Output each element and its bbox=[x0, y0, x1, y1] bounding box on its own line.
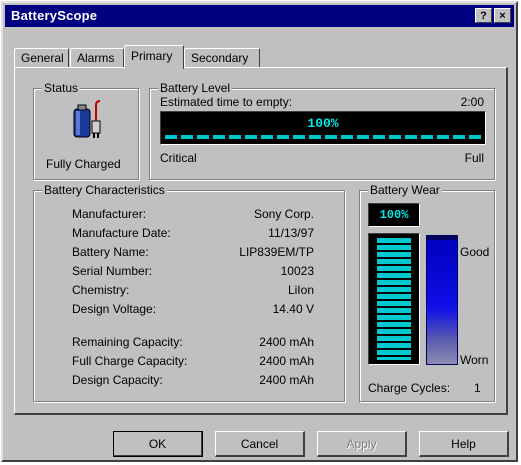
full-label: Full bbox=[464, 151, 484, 165]
ok-button[interactable]: OK bbox=[113, 431, 203, 457]
wear-gradient-bar bbox=[426, 235, 458, 365]
chemistry-value: LiIon bbox=[287, 283, 314, 297]
battery-plug-icon bbox=[70, 99, 106, 141]
manufacture-date-value: 11/13/97 bbox=[268, 226, 314, 240]
remaining-capacity-label: Remaining Capacity: bbox=[72, 335, 183, 349]
tab-primary[interactable]: Primary bbox=[124, 45, 184, 69]
chemistry-label: Chemistry: bbox=[72, 283, 130, 297]
primary-tab-panel: Status Fully Charged Battery Level Estim… bbox=[14, 67, 508, 415]
tab-general[interactable]: General bbox=[14, 48, 69, 68]
battery-level-fill bbox=[165, 135, 481, 139]
wear-bar-cap bbox=[426, 235, 458, 240]
battery-name-value: LIP839EM/TP bbox=[239, 245, 314, 259]
manufacturer-label: Manufacturer: bbox=[72, 207, 147, 221]
serial-number-value: 10023 bbox=[280, 264, 314, 278]
estimated-time-value: 2:00 bbox=[460, 95, 484, 109]
status-group-title: Status bbox=[42, 81, 81, 95]
worn-label: Worn bbox=[460, 353, 489, 367]
design-voltage-label: Design Voltage: bbox=[72, 302, 157, 316]
serial-number-label: Serial Number: bbox=[72, 264, 153, 278]
help-title-button[interactable]: ? bbox=[475, 8, 492, 23]
status-group: Status Fully Charged bbox=[33, 81, 139, 180]
characteristics-title: Battery Characteristics bbox=[42, 183, 167, 197]
battery-wear-title: Battery Wear bbox=[368, 183, 442, 197]
manufacture-date-label: Manufacture Date: bbox=[72, 226, 171, 240]
charge-cycles-label: Charge Cycles: bbox=[368, 381, 451, 395]
design-capacity-value: 2400 mAh bbox=[259, 373, 314, 387]
apply-button[interactable]: Apply bbox=[317, 431, 407, 457]
manufacturer-value: Sony Corp. bbox=[253, 207, 314, 221]
battery-characteristics-group: Battery Characteristics Manufacturer: So… bbox=[33, 183, 345, 402]
good-label: Good bbox=[460, 245, 490, 259]
title-bar: BatteryScope ? × bbox=[5, 5, 514, 27]
battery-level-percent: 100% bbox=[307, 116, 339, 131]
battery-level-group: Battery Level Estimated time to empty: 2… bbox=[149, 81, 495, 180]
remaining-capacity-value: 2400 mAh bbox=[259, 335, 314, 349]
tab-secondary[interactable]: Secondary bbox=[184, 48, 260, 68]
wear-level-meter bbox=[368, 233, 420, 365]
status-text: Fully Charged bbox=[46, 157, 121, 171]
window-title: BatteryScope bbox=[11, 8, 98, 23]
charge-cycles-value: 1 bbox=[474, 381, 481, 395]
full-charge-capacity-label: Full Charge Capacity: bbox=[72, 354, 188, 368]
wear-percent: 100% bbox=[379, 208, 409, 222]
help-button[interactable]: Help bbox=[419, 431, 509, 457]
battery-scope-window: BatteryScope ? × General Alarms Primary … bbox=[1, 1, 518, 462]
tab-alarms[interactable]: Alarms bbox=[70, 48, 124, 68]
battery-level-title: Battery Level bbox=[158, 81, 233, 95]
cancel-button[interactable]: Cancel bbox=[215, 431, 305, 457]
full-charge-capacity-value: 2400 mAh bbox=[259, 354, 314, 368]
wear-level-fill bbox=[377, 238, 411, 360]
estimated-time-label: Estimated time to empty: bbox=[160, 95, 293, 109]
design-capacity-label: Design Capacity: bbox=[72, 373, 163, 387]
critical-label: Critical bbox=[160, 151, 197, 165]
battery-level-meter: 100% bbox=[160, 111, 486, 145]
design-voltage-value: 14.40 V bbox=[272, 302, 314, 316]
battery-wear-group: Battery Wear 100% Good Worn Charge Cycle… bbox=[359, 183, 495, 402]
battery-name-label: Battery Name: bbox=[72, 245, 149, 259]
close-button[interactable]: × bbox=[494, 8, 511, 23]
wear-percent-display: 100% bbox=[368, 203, 420, 227]
